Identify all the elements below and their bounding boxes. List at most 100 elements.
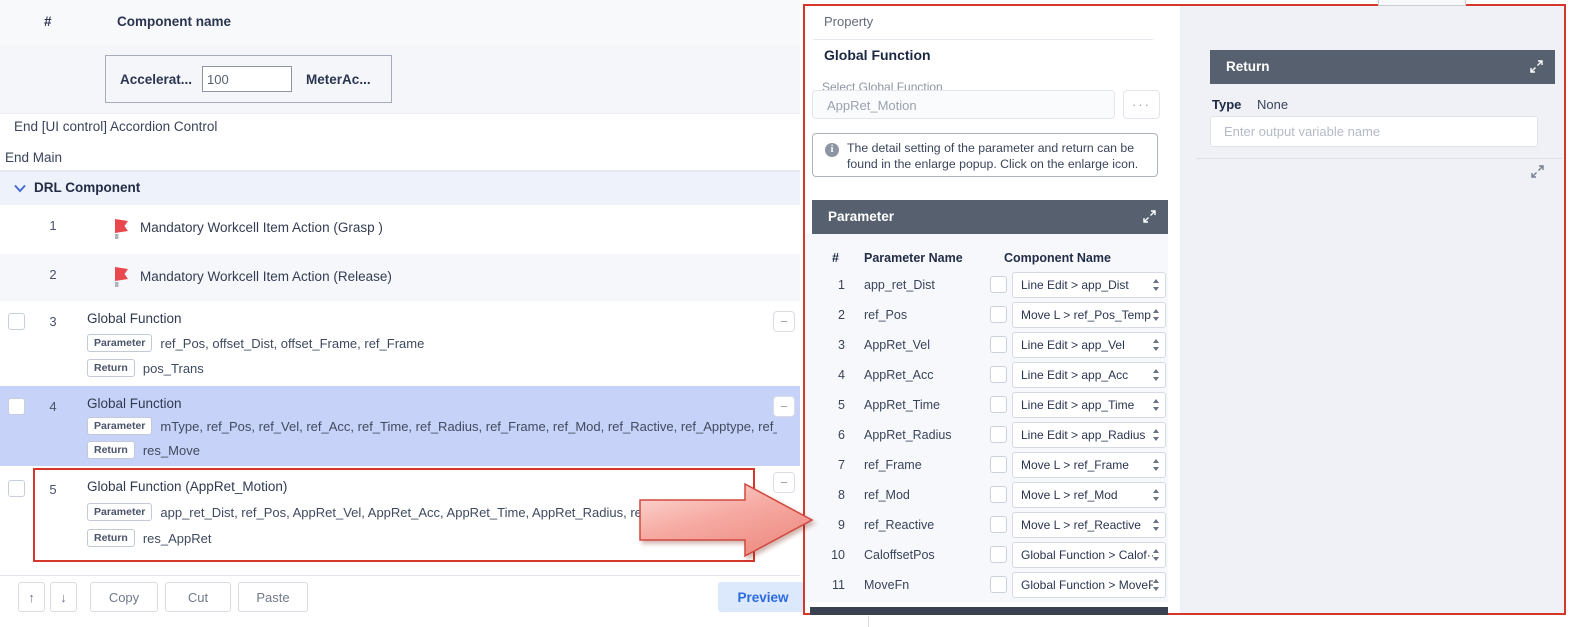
param-checkbox[interactable]: [990, 306, 1007, 323]
param-row: 1app_ret_DistLine Edit > app_Dist: [805, 270, 1168, 300]
move-down-button[interactable]: ↓: [50, 582, 77, 612]
component-select[interactable]: Line Edit > app_Radius: [1012, 422, 1166, 448]
divider: [813, 39, 1153, 40]
browse-functions-button[interactable]: ···: [1123, 90, 1160, 119]
component-select-value: Line Edit > app_Time: [1021, 398, 1153, 412]
component-select[interactable]: Line Edit > app_Dist: [1012, 272, 1166, 298]
enlarge-icon[interactable]: [1143, 210, 1156, 223]
col-component-name-header: Component name: [117, 14, 231, 29]
task-row-1[interactable]: 1 Mandatory Workcell Item Action (Grasp …: [0, 205, 800, 254]
spinner-arrows-icon[interactable]: [1153, 399, 1160, 411]
component-select[interactable]: Move L > ref_Reactive: [1012, 512, 1166, 538]
accordion-control-row[interactable]: Accelerat... MeterAc...: [0, 45, 800, 114]
component-select[interactable]: Move L > ref_Frame: [1012, 452, 1166, 478]
param-checkbox[interactable]: [990, 546, 1007, 563]
return-tag: Return: [87, 529, 135, 547]
param-name: AppRet_Time: [864, 398, 940, 412]
component-select[interactable]: Move L > ref_Mod: [1012, 482, 1166, 508]
param-checkbox[interactable]: [990, 576, 1007, 593]
mandatory-flag-icon: [113, 219, 129, 240]
collapse-row-button[interactable]: −: [773, 396, 795, 417]
param-row-number: 5: [825, 398, 845, 412]
preview-button[interactable]: Preview: [718, 582, 808, 612]
annotation-arrow-icon: [635, 475, 820, 570]
row-number: 4: [44, 399, 62, 414]
acceleration-input[interactable]: [202, 66, 292, 92]
end-main-row[interactable]: End Main: [5, 150, 62, 165]
task-row-4-selected[interactable]: 4 Global Function Parameter mType, ref_P…: [0, 386, 800, 466]
param-row-number: 4: [825, 368, 845, 382]
output-variable-input[interactable]: [1210, 116, 1538, 147]
param-checkbox[interactable]: [990, 336, 1007, 353]
property-panel-title: Property: [824, 14, 873, 29]
param-row-number: 8: [825, 488, 845, 502]
parameter-tag: Parameter: [87, 334, 152, 352]
task-row-2[interactable]: 2 Mandatory Workcell Item Action (Releas…: [0, 254, 800, 301]
param-row-number: 3: [825, 338, 845, 352]
end-accordion-row[interactable]: End [UI control] Accordion Control: [14, 119, 217, 134]
spinner-arrows-icon[interactable]: [1153, 519, 1160, 531]
param-checkbox[interactable]: [990, 276, 1007, 293]
row-number: 3: [44, 314, 62, 329]
parameter-tag: Parameter: [87, 503, 152, 521]
param-row: 9ref_ReactiveMove L > ref_Reactive: [805, 510, 1168, 540]
copy-button[interactable]: Copy: [90, 582, 158, 612]
param-row: 4AppRet_AccLine Edit > app_Acc: [805, 360, 1168, 390]
spinner-arrows-icon[interactable]: [1153, 579, 1160, 591]
param-row-number: 6: [825, 428, 845, 442]
collapse-row-button[interactable]: −: [773, 311, 795, 332]
parameter-list: ref_Pos, offset_Dist, offset_Frame, ref_…: [160, 336, 424, 351]
spinner-arrows-icon[interactable]: [1153, 489, 1160, 501]
component-select-value: Line Edit > app_Acc: [1021, 368, 1153, 382]
param-col-name: Parameter Name: [864, 251, 963, 265]
app-canvas: # Component name Accelerat... MeterAc...…: [0, 0, 1570, 627]
task-row-3[interactable]: 3 Global Function Parameter ref_Pos, off…: [0, 301, 800, 386]
param-rows: 1app_ret_DistLine Edit > app_Dist2ref_Po…: [805, 270, 1168, 602]
component-select[interactable]: Global Function > MoveFn: [1012, 572, 1166, 598]
param-checkbox[interactable]: [990, 486, 1007, 503]
horizontal-scrollbar[interactable]: [810, 607, 1168, 615]
param-checkbox[interactable]: [990, 456, 1007, 473]
parameter-list: app_ret_Dist, ref_Pos, AppRet_Vel, AppRe…: [160, 505, 645, 520]
chevron-down-icon[interactable]: [14, 184, 26, 193]
component-select-value: Move L > ref_Reactive: [1021, 518, 1153, 532]
param-row: 6AppRet_RadiusLine Edit > app_Radius: [805, 420, 1168, 450]
parameter-tag: Parameter: [87, 417, 152, 435]
enlarge-icon[interactable]: [1530, 60, 1543, 73]
component-select[interactable]: Line Edit > app_Time: [1012, 392, 1166, 418]
component-select[interactable]: Move L > ref_Pos_Temp: [1012, 302, 1166, 328]
task-title: Global Function: [87, 396, 182, 411]
parameter-section-header: Parameter: [812, 200, 1168, 234]
param-row: 3 AppRet_Vel Line Edit > app_Vel: [805, 330, 1168, 360]
row-checkbox[interactable]: [8, 480, 25, 497]
param-col-num: #: [832, 251, 839, 265]
param-checkbox[interactable]: [990, 366, 1007, 383]
param-checkbox[interactable]: [990, 396, 1007, 413]
global-function-select[interactable]: AppRet_Motion: [812, 90, 1115, 119]
return-section: Return Type None 1# Approach/Retract Mot…: [1180, 6, 1564, 613]
spinner-arrows-icon[interactable]: [1153, 279, 1160, 291]
param-checkbox[interactable]: [990, 516, 1007, 533]
spinner-arrows-icon[interactable]: [1153, 369, 1160, 381]
spinner-arrows-icon[interactable]: [1153, 309, 1160, 321]
param-row: 8ref_ModMove L > ref_Mod: [805, 480, 1168, 510]
cut-button[interactable]: Cut: [165, 582, 231, 612]
row-checkbox[interactable]: [8, 313, 25, 330]
component-select[interactable]: Global Function > Calof···: [1012, 542, 1166, 568]
drl-component-group[interactable]: DRL Component: [0, 171, 800, 207]
paste-button[interactable]: Paste: [238, 582, 308, 612]
param-name: AppRet_Vel: [864, 338, 930, 352]
param-name: CaloffsetPos: [864, 548, 935, 562]
spinner-arrows-icon[interactable]: [1153, 339, 1160, 351]
spinner-arrows-icon[interactable]: [1153, 459, 1160, 471]
spinner-arrows-icon[interactable]: [1153, 429, 1160, 441]
row-checkbox[interactable]: [8, 398, 25, 415]
spinner-arrows-icon[interactable]: [1153, 549, 1160, 561]
param-checkbox[interactable]: [990, 426, 1007, 443]
move-up-button[interactable]: ↑: [18, 582, 45, 612]
component-select[interactable]: Line Edit > app_Vel: [1012, 332, 1166, 358]
enlarge-icon[interactable]: [1531, 165, 1544, 178]
component-select[interactable]: Line Edit > app_Acc: [1012, 362, 1166, 388]
row-number: 1: [44, 218, 62, 233]
task-title: Mandatory Workcell Item Action (Grasp ): [140, 220, 383, 235]
